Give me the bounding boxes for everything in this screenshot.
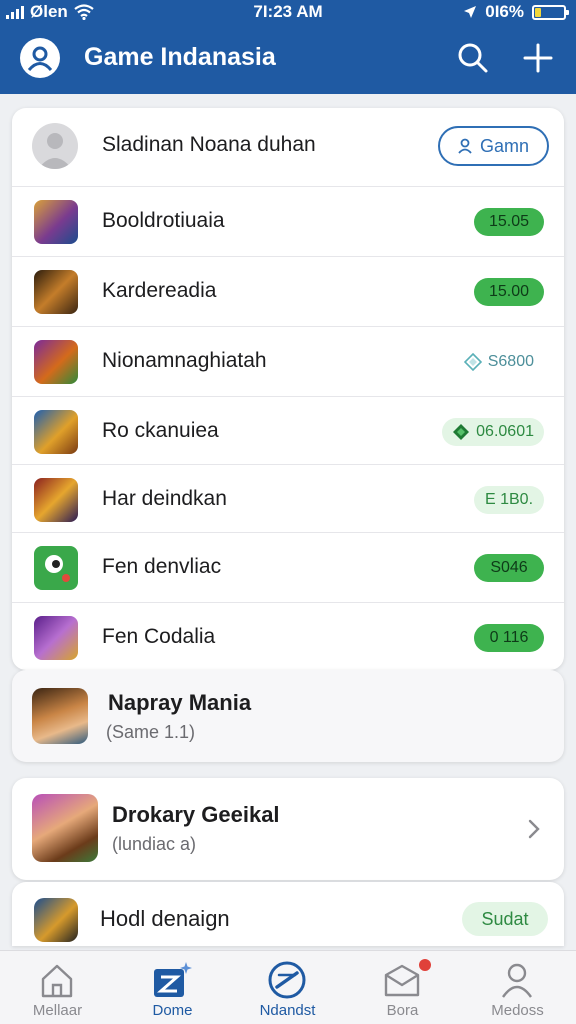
nav-item-dome[interactable]: Dome — [115, 951, 230, 1024]
diamond-filled-icon — [453, 424, 470, 440]
game-thumbnail-icon — [34, 898, 78, 942]
home-icon — [41, 964, 73, 998]
value-pill: E 1B0. — [474, 486, 544, 514]
featured-game-card[interactable]: Napray Mania (Same 1.1) — [12, 670, 564, 762]
profile-name: Sladinan Noana duhan — [102, 133, 316, 156]
game-thumbnail-icon — [34, 478, 78, 522]
game-thumbnail-icon — [34, 200, 78, 244]
person-icon — [458, 138, 472, 154]
game-thumbnail-icon — [34, 410, 78, 454]
game-thumbnail-icon — [34, 616, 78, 660]
value-text: 0 116 — [489, 629, 529, 646]
third-game-card[interactable]: Hodl denaign Sudat — [12, 882, 564, 946]
list-item[interactable]: Kardereadia 15.00 — [12, 256, 564, 324]
game-name: Nionamnaghiatah — [102, 349, 267, 372]
game-thumbnail-icon — [32, 794, 98, 862]
battery-percent: 0I6% — [485, 2, 524, 21]
value-pill: 15.05 — [474, 208, 544, 236]
diamond-outline-icon — [463, 353, 482, 371]
nav-item-ndandst[interactable]: Ndandst — [230, 951, 345, 1024]
battery-icon — [532, 4, 569, 20]
profile-row[interactable]: Sladinan Noana duhan Gamn — [12, 108, 564, 186]
value-text: E 1B0. — [484, 491, 534, 508]
value-pill: 0 116 — [474, 624, 544, 652]
nav-label: Ndandst — [259, 1002, 316, 1019]
list-item[interactable]: Ro ckanuiea 06.0601 — [12, 396, 564, 464]
featured-subtitle: (Same 1.1) — [106, 722, 196, 742]
game-thumbnail-icon — [34, 340, 78, 384]
avatar-logo-icon[interactable] — [20, 38, 60, 78]
secondary-game-card[interactable]: Drokary Geeikal (lundiac a) — [12, 778, 564, 880]
value-text: 15.05 — [488, 213, 530, 230]
game-button-label: Gamn — [479, 135, 530, 156]
value-text: S046 — [490, 559, 528, 576]
secondary-subtitle: (lundiac a) — [112, 834, 197, 854]
value-pill: S046 — [474, 554, 544, 582]
location-arrow-icon — [464, 6, 477, 18]
nav-label: Medoss — [491, 1002, 544, 1019]
value-pill: 06.0601 — [442, 418, 544, 446]
game-name: Ro ckanuiea — [102, 419, 219, 442]
game-thumbnail-icon — [32, 688, 88, 744]
value-text: S6800 — [487, 353, 534, 370]
nav-label: Mellaar — [32, 1002, 83, 1019]
start-button-label: Sudat — [481, 908, 529, 929]
sparkle-z-icon — [154, 962, 192, 997]
avatar — [32, 123, 78, 169]
game-name: Har deindkan — [102, 487, 227, 510]
value-text: 06.0601 — [476, 423, 534, 440]
secondary-title: Drokary Geeikal — [112, 802, 280, 827]
compass-icon — [268, 961, 306, 999]
game-name: Fen Codalia — [102, 625, 216, 648]
battery-fill — [535, 7, 541, 17]
list-item[interactable]: Nionamnaghiatah S6800 — [12, 326, 564, 394]
app-header: Game Indanasia — [0, 24, 576, 94]
plus-icon[interactable] — [521, 41, 555, 75]
chevron-right-icon[interactable] — [526, 818, 542, 840]
game-thumbnail-icon — [34, 546, 78, 590]
games-card: Sladinan Noana duhan Gamn Booldrotiuaia … — [12, 108, 564, 670]
profile-icon — [502, 963, 532, 998]
status-bar: Ølen 7I:23 AM 0I6% — [0, 0, 576, 24]
list-item[interactable]: Fen denvliac S046 — [12, 532, 564, 600]
value-text: 15.00 — [488, 283, 530, 300]
game-name: Booldrotiuaia — [102, 209, 225, 232]
value-pill: S6800 — [454, 348, 544, 376]
nav-item-medoss[interactable]: Medoss — [460, 951, 575, 1024]
search-icon[interactable] — [456, 41, 490, 75]
third-title: Hodl denaign — [100, 906, 230, 931]
status-right: 0I6% — [463, 2, 569, 22]
start-button[interactable]: Sudat — [462, 902, 548, 936]
list-item[interactable]: Booldrotiuaia 15.05 — [12, 186, 564, 254]
inbox-icon — [384, 964, 420, 997]
nav-label: Bora — [386, 1002, 419, 1019]
bottom-nav: Mellaar Dome Ndandst Bora Medoss — [0, 950, 576, 1024]
nav-item-home[interactable]: Mellaar — [0, 951, 115, 1024]
list-item[interactable]: Har deindkan E 1B0. — [12, 464, 564, 532]
value-pill: 15.00 — [474, 278, 544, 306]
notification-badge — [419, 959, 431, 971]
game-thumbnail-icon — [34, 270, 78, 314]
list-item[interactable]: Fen Codalia 0 116 — [12, 602, 564, 670]
nav-label: Dome — [152, 1002, 193, 1019]
featured-title: Napray Mania — [108, 690, 252, 715]
nav-item-bora[interactable]: Bora — [345, 951, 460, 1024]
game-name: Fen denvliac — [102, 555, 222, 578]
page-title: Game Indanasia — [84, 43, 276, 71]
game-name: Kardereadia — [102, 279, 217, 302]
game-button[interactable]: Gamn — [438, 126, 549, 166]
